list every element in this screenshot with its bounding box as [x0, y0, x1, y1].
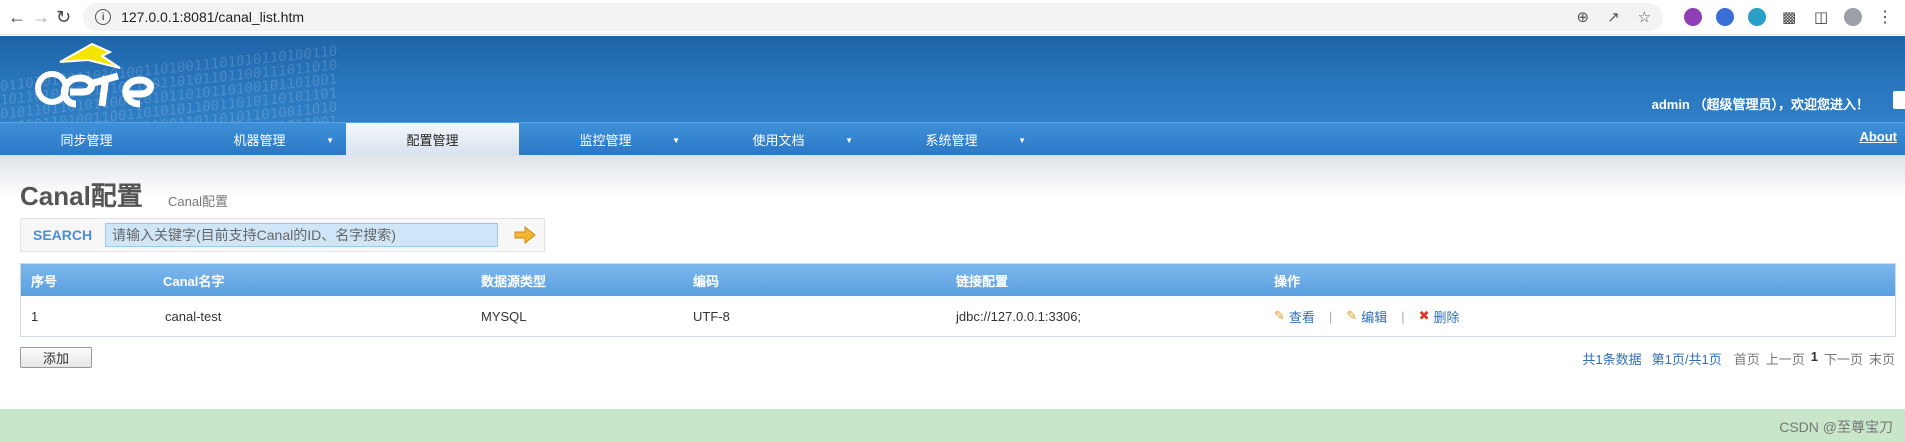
- browser-toolbar: ← → ↻ i 127.0.0.1:8081/canal_list.htm ⊕ …: [0, 0, 1905, 35]
- cell-link: jdbc://127.0.0.1:3306;: [956, 308, 1082, 324]
- menu-item-system[interactable]: 系统管理 ▼: [865, 123, 1038, 156]
- search-bar: SEARCH: [20, 218, 545, 252]
- pagination: 共1条数据 第1页/共1页 首页 上一页 1 下一页 末页: [1582, 349, 1895, 368]
- view-link[interactable]: ✎ 查看: [1274, 307, 1315, 326]
- extension-circle-icon[interactable]: [1748, 8, 1767, 26]
- table-header-row: 序号 Canal名字 数据源类型 编码 链接配置 操作: [21, 264, 1895, 296]
- extensions-area: ▩ ◫ ⋮: [1677, 8, 1901, 26]
- page-title: Canal配置: [20, 181, 143, 211]
- edit-label: 编辑: [1361, 309, 1388, 325]
- main-menu: 同步管理 机器管理 ▼ 配置管理 监控管理 ▼ 使用文档 ▼ 系统管理 ▼ Ab…: [0, 122, 1905, 156]
- cell-type: MYSQL: [481, 308, 527, 324]
- menu-item-label: 机器管理: [233, 133, 286, 148]
- search-arrow-icon[interactable]: [512, 225, 538, 245]
- column-header-actions: 操作: [1274, 273, 1301, 289]
- zoom-icon[interactable]: ⊕: [1576, 8, 1589, 26]
- about-link[interactable]: About: [1859, 129, 1897, 144]
- action-separator: |: [1328, 308, 1333, 324]
- canal-table: 序号 Canal名字 数据源类型 编码 链接配置 操作 1 canal-test…: [20, 263, 1896, 337]
- column-header-link: 链接配置: [956, 273, 1009, 289]
- dropdown-arrow-icon: ▼: [1018, 136, 1026, 145]
- add-button[interactable]: 添加: [20, 347, 92, 368]
- cell-name: canal-test: [165, 308, 222, 324]
- menu-item-machine[interactable]: 机器管理 ▼: [173, 123, 346, 156]
- otter-logo-icon: [35, 42, 166, 108]
- menu-item-label: 监控管理: [579, 133, 632, 148]
- page-footer: CSDN @至尊宝刀: [0, 409, 1905, 442]
- csdn-watermark: CSDN @至尊宝刀: [1779, 419, 1893, 435]
- pager-prev[interactable]: 上一页: [1766, 349, 1805, 368]
- menu-item-label: 使用文档: [752, 133, 805, 148]
- dropdown-arrow-icon: ▼: [326, 136, 334, 145]
- delete-x-icon: ✖: [1418, 308, 1430, 323]
- pager-page-info: 第1页/共1页: [1651, 352, 1722, 367]
- breadcrumb: Canal配置: [168, 194, 228, 209]
- welcome-text: admin （超级管理员），欢迎您进入！: [1651, 97, 1869, 112]
- view-label: 查看: [1288, 309, 1315, 325]
- cell-encoding: UTF-8: [693, 308, 730, 324]
- menu-item-monitor[interactable]: 监控管理 ▼: [519, 123, 692, 156]
- dropdown-arrow-icon: ▼: [672, 136, 680, 145]
- menu-kebab-icon[interactable]: ⋮: [1876, 8, 1894, 26]
- column-header-id: 序号: [31, 273, 58, 289]
- column-header-type: 数据源类型: [481, 273, 547, 289]
- action-separator: |: [1401, 308, 1405, 324]
- column-header-name: Canal名字: [163, 273, 225, 289]
- address-bar[interactable]: i 127.0.0.1:8081/canal_list.htm ⊕ ↗ ☆: [83, 3, 1664, 31]
- search-label: SEARCH: [33, 227, 93, 243]
- pencil-icon: ✎: [1346, 308, 1358, 323]
- delete-link[interactable]: ✖ 删除: [1419, 307, 1460, 326]
- pager-first[interactable]: 首页: [1734, 349, 1760, 368]
- back-arrow-icon[interactable]: ←: [8, 4, 26, 30]
- pager-current: 1: [1810, 349, 1818, 364]
- site-header: 0110101001101010011010011101010110100110…: [0, 36, 1905, 122]
- address-url[interactable]: 127.0.0.1:8081/canal_list.htm: [121, 9, 1558, 25]
- dropdown-arrow-icon: ▼: [845, 136, 853, 145]
- column-header-encoding: 编码: [693, 273, 720, 289]
- cell-actions: ✎ 查看 | ✎ 编辑 | ✖ 删除: [1274, 307, 1895, 326]
- site-info-icon[interactable]: i: [95, 9, 112, 25]
- menu-item-label: 配置管理: [406, 133, 459, 148]
- menu-item-config[interactable]: 配置管理: [346, 123, 519, 156]
- forward-arrow-icon[interactable]: →: [32, 4, 50, 30]
- edit-link[interactable]: ✎ 编辑: [1346, 307, 1387, 326]
- logout-icon[interactable]: [1893, 91, 1905, 109]
- delete-label: 删除: [1433, 309, 1460, 325]
- cell-id: 1: [31, 308, 39, 324]
- content-header-band: [0, 155, 1905, 199]
- pager-next[interactable]: 下一页: [1824, 349, 1863, 368]
- search-input[interactable]: [105, 223, 498, 247]
- menu-item-label: 同步管理: [60, 133, 113, 148]
- pencil-icon: ✎: [1274, 308, 1285, 323]
- extension-blue-icon[interactable]: [1716, 8, 1735, 26]
- pager-last[interactable]: 末页: [1869, 349, 1895, 368]
- menu-item-sync[interactable]: 同步管理: [0, 123, 173, 156]
- menu-item-docs[interactable]: 使用文档 ▼: [692, 123, 865, 156]
- share-icon[interactable]: ↗: [1607, 8, 1620, 26]
- profile-avatar-icon[interactable]: [1844, 8, 1863, 26]
- extension-ca-icon[interactable]: [1684, 8, 1703, 26]
- pager-total: 共1条数据: [1582, 352, 1642, 367]
- bookmark-star-icon[interactable]: ☆: [1638, 8, 1651, 26]
- menu-item-label: 系统管理: [925, 133, 978, 148]
- table-row: 1 canal-test MYSQL UTF-8 jdbc://127.0.0.…: [21, 296, 1895, 336]
- puzzle-extensions-icon[interactable]: ▩: [1780, 8, 1798, 26]
- side-panel-icon[interactable]: ◫: [1812, 8, 1830, 26]
- reload-icon[interactable]: ↻: [56, 4, 71, 30]
